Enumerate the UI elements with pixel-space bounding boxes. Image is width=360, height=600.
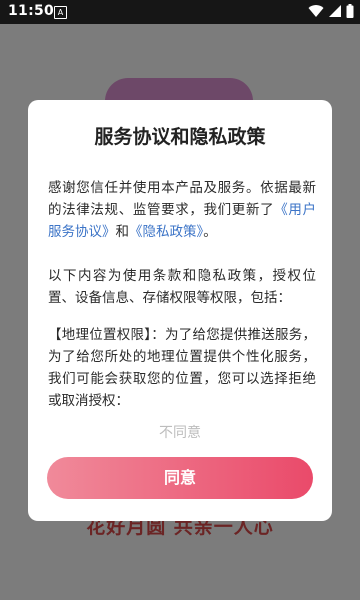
dialog-title: 服务协议和隐私政策 — [94, 126, 266, 148]
disagree-button[interactable]: 不同意 — [28, 422, 332, 442]
and-text: 和 — [115, 224, 130, 240]
status-time: 11:50 — [8, 3, 55, 19]
intro-paragraph: 感谢您信任并使用本产品及服务。依据最新的法律法规、监管要求，我们更新了《用户服务… — [48, 177, 316, 243]
wifi-icon — [308, 5, 324, 18]
battery-icon — [346, 4, 354, 18]
permissions-paragraph: 以下内容为使用条款和隐私政策，授权位置、设备信息、存储权限等权限，包括： — [48, 268, 316, 306]
status-icons — [308, 4, 354, 18]
dialog-body[interactable]: 感谢您信任并使用本产品及服务。依据最新的法律法规、监管要求，我们更新了《用户服务… — [48, 177, 316, 439]
signal-icon — [329, 5, 341, 17]
notification-a-icon: A — [54, 6, 67, 19]
location-paragraph: 【地理位置权限】：为了给您提供推送服务，为了给您所处的地理位置提供个性化服务，我… — [48, 327, 316, 409]
privacy-dialog: 服务协议和隐私政策 感谢您信任并使用本产品及服务。依据最新的法律法规、监管要求，… — [28, 100, 332, 521]
agree-button[interactable]: 同意 — [47, 457, 313, 499]
status-bar: 11:50 A — [0, 0, 360, 24]
privacy-policy-link[interactable]: 《隐私政策》 — [129, 224, 203, 240]
intro-end: 。 — [203, 224, 217, 240]
